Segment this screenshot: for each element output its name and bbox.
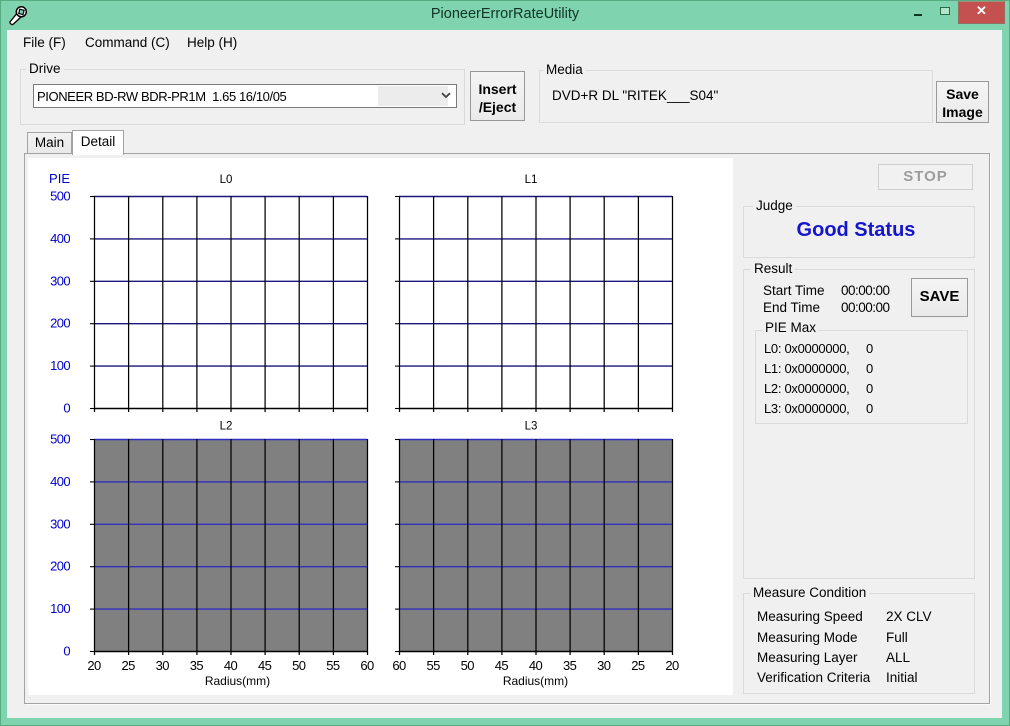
svg-text:40: 40 [224,658,238,673]
svg-text:200: 200 [50,316,70,331]
svg-text:400: 400 [50,474,70,489]
svg-text:20: 20 [665,658,679,673]
svg-text:30: 30 [156,658,170,673]
svg-text:L0: L0 [220,174,233,186]
svg-text:100: 100 [50,601,70,616]
svg-text:55: 55 [326,658,340,673]
svg-text:100: 100 [50,358,70,373]
svg-text:L2: L2 [220,421,233,433]
svg-text:35: 35 [190,658,204,673]
svg-text:25: 25 [121,658,135,673]
svg-text:20: 20 [87,658,101,673]
svg-text:60: 60 [392,658,406,673]
svg-text:L1: L1 [525,174,538,186]
svg-text:400: 400 [50,231,70,246]
svg-text:50: 50 [461,658,475,673]
svg-text:30: 30 [597,658,611,673]
svg-text:0: 0 [63,644,70,659]
svg-text:25: 25 [631,658,645,673]
svg-text:300: 300 [50,516,70,531]
svg-text:45: 45 [258,658,272,673]
svg-text:200: 200 [50,559,70,574]
svg-text:40: 40 [529,658,543,673]
svg-text:Radius(mm): Radius(mm) [205,674,270,688]
svg-text:PIE: PIE [49,171,70,186]
svg-text:500: 500 [50,189,70,204]
svg-text:45: 45 [495,658,509,673]
svg-text:0: 0 [63,401,70,416]
svg-text:500: 500 [50,432,70,447]
svg-text:L3: L3 [525,421,538,433]
svg-text:35: 35 [563,658,577,673]
svg-text:50: 50 [292,658,306,673]
svg-text:300: 300 [50,273,70,288]
svg-text:55: 55 [426,658,440,673]
svg-text:Radius(mm): Radius(mm) [503,674,568,688]
svg-text:60: 60 [360,658,374,673]
